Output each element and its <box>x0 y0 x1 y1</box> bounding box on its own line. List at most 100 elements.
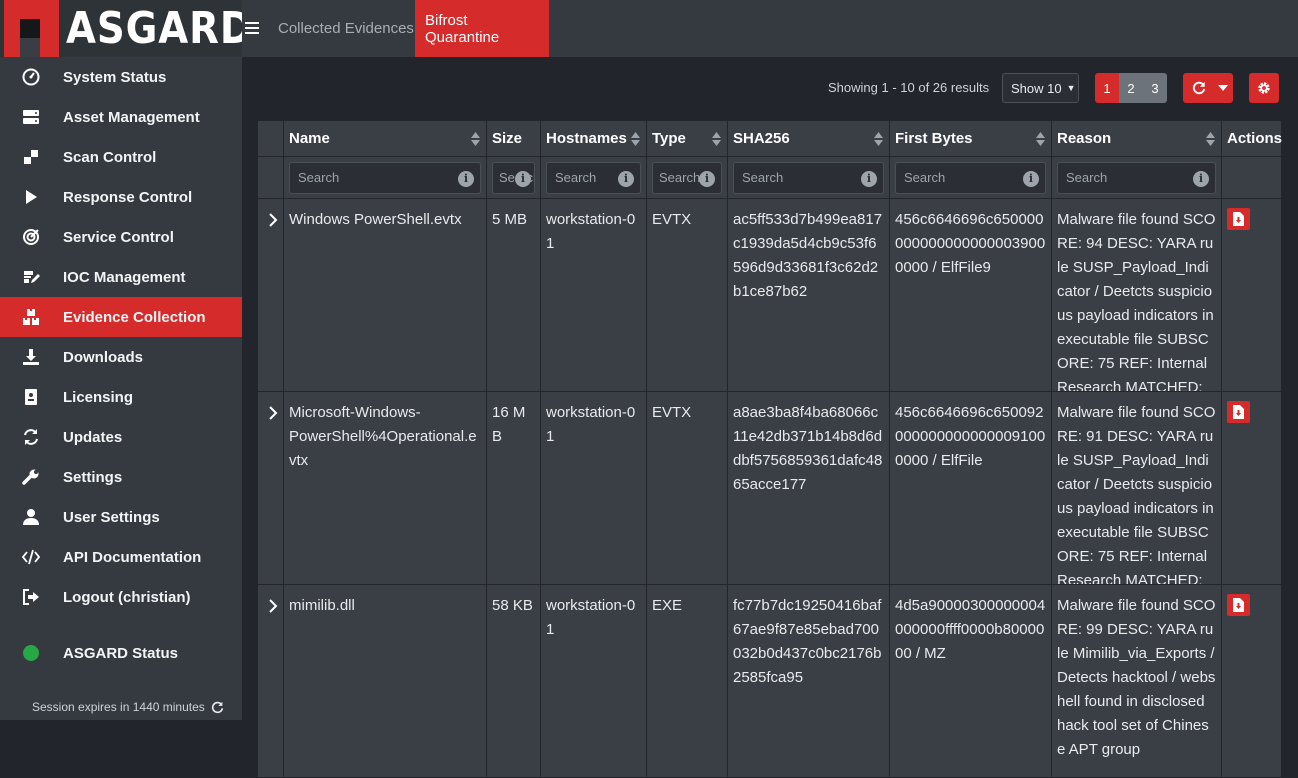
logo[interactable]: ASGARD <box>0 0 252 57</box>
column-header-reason[interactable]: Reason <box>1051 120 1222 157</box>
chevron-right-icon[interactable] <box>265 405 281 421</box>
sidebar-item-scan-control[interactable]: Scan Control <box>0 137 242 177</box>
first-bytes: 4d5a90000300000004000000ffff0000b8000000… <box>895 597 1046 662</box>
results-count: Showing 1 - 10 of 26 results <box>828 80 990 95</box>
search-placeholder: Search <box>742 170 784 185</box>
first-bytes-search-input[interactable]: Search i <box>895 161 1046 194</box>
hostname-cell: workstation-01 <box>540 391 647 585</box>
table-settings-button[interactable] <box>1249 73 1279 103</box>
sidebar-item-updates[interactable]: Updates <box>0 417 242 457</box>
info-icon[interactable]: i <box>1193 170 1209 187</box>
type-cell: EVTX <box>646 391 728 585</box>
info-icon[interactable]: i <box>1023 170 1039 187</box>
page-1-button[interactable]: 1 <box>1095 73 1119 103</box>
column-header-name[interactable]: Name <box>283 120 487 157</box>
name-cell: mimilib.dll <box>283 584 487 778</box>
sort-icon <box>1206 132 1215 146</box>
download-file-button[interactable] <box>1227 594 1250 616</box>
hostname: workstation-01 <box>546 404 636 445</box>
download-file-button[interactable] <box>1227 208 1250 230</box>
refresh-button[interactable] <box>1183 73 1233 103</box>
sidebar-item-api-documentation[interactable]: API Documentation <box>0 537 242 577</box>
filter-cell: Search i <box>540 156 647 199</box>
sidebar-item-evidence-collection[interactable]: Evidence Collection <box>0 297 242 337</box>
chevron-right-icon[interactable] <box>265 212 281 228</box>
download-file-button[interactable] <box>1227 401 1250 423</box>
info-icon[interactable]: i <box>515 170 531 187</box>
page-3-button[interactable]: 3 <box>1143 73 1167 103</box>
size-cell: 16 MB <box>486 391 541 585</box>
sort-icon <box>1036 132 1045 146</box>
expand-cell <box>257 198 284 392</box>
chevron-right-icon[interactable] <box>265 598 281 614</box>
search-placeholder: Search <box>904 170 946 185</box>
sha256-hash: ac5ff533d7b499ea817c1939da5d4cb9c53f6596… <box>733 211 883 300</box>
filter-cell-empty <box>257 156 284 199</box>
file-name: Windows PowerShell.evtx <box>289 211 462 228</box>
sidebar-item-label: Service Control <box>63 228 174 246</box>
search-placeholder: Search <box>555 170 597 185</box>
column-label: Reason <box>1057 130 1112 147</box>
file-download-icon <box>1233 598 1244 612</box>
sidebar-item-label: Settings <box>63 468 123 486</box>
target-icon <box>23 229 39 245</box>
hostnames-search-input[interactable]: Search i <box>546 161 641 194</box>
sha256-search-input[interactable]: Search i <box>733 161 884 194</box>
column-header-size[interactable]: Size <box>486 120 541 157</box>
sidebar-item-system-status[interactable]: System Status <box>0 57 242 97</box>
server-icon <box>23 110 39 124</box>
sidebar-item-asgard-status[interactable]: ASGARD Status <box>0 633 242 673</box>
sidebar-item-downloads[interactable]: Downloads <box>0 337 242 377</box>
tab-bifrost-quarantine[interactable]: Bifrost Quarantine <box>415 0 549 57</box>
info-icon[interactable]: i <box>458 170 474 187</box>
page-2-button[interactable]: 2 <box>1119 73 1143 103</box>
table-row[interactable]: Microsoft-Windows-PowerShell%4Operationa… <box>257 391 1282 585</box>
page-size-select[interactable]: Show 10 ▼ <box>1002 73 1079 103</box>
sidebar-item-label: ASGARD Status <box>63 644 179 662</box>
name-search-input[interactable]: Search i <box>289 161 481 194</box>
reason-cell: Malware file found SCORE: 99 DESC: YARA … <box>1051 584 1222 778</box>
info-icon[interactable]: i <box>861 170 877 187</box>
tab-collected-evidences[interactable]: Collected Evidences <box>268 0 424 57</box>
sidebar-item-label: Asset Management <box>63 108 200 126</box>
column-header-sha256[interactable]: SHA256 <box>727 120 890 157</box>
hostname: workstation-01 <box>546 211 636 252</box>
filter-cell: Search i <box>727 156 890 199</box>
table-row[interactable]: mimilib.dll 58 KB workstation-01 EXE fc77b7d… <box>257 584 1282 778</box>
size-search-input[interactable]: Searchi <box>492 161 535 194</box>
sidebar-item-licensing[interactable]: Licensing <box>0 377 242 417</box>
id-card-icon <box>25 389 37 405</box>
hostname-cell: workstation-01 <box>540 198 647 392</box>
refresh-icon <box>1192 81 1206 95</box>
sidebar-item-settings[interactable]: Settings <box>0 457 242 497</box>
sidebar-item-logout-christian[interactable]: Logout (christian) <box>0 577 242 617</box>
sidebar-item-service-control[interactable]: Service Control <box>0 217 242 257</box>
file-type: EXE <box>652 597 683 614</box>
sidebar-item-asset-management[interactable]: Asset Management <box>0 97 242 137</box>
actions-cell <box>1221 198 1282 392</box>
quarantine-table: Name Size Hostnames Type SHA256 First By… <box>257 120 1282 778</box>
column-header-hostnames[interactable]: Hostnames <box>540 120 647 157</box>
scan-square-icon <box>24 150 38 164</box>
wrench-icon <box>22 469 39 485</box>
type-cell: EXE <box>646 584 728 778</box>
sidebar-item-ioc-management[interactable]: IOC Management <box>0 257 242 297</box>
file-download-icon <box>1233 212 1244 226</box>
gear-icon <box>1258 82 1270 94</box>
refresh-session-icon[interactable] <box>211 701 224 714</box>
column-header-type[interactable]: Type <box>646 120 728 157</box>
column-header-first-bytes[interactable]: First Bytes <box>889 120 1052 157</box>
hamburger-menu-icon[interactable] <box>244 20 260 36</box>
page-number: 1 <box>1103 80 1111 96</box>
reason-search-input[interactable]: Search i <box>1057 161 1216 194</box>
type-search-input[interactable]: Search i <box>652 161 722 194</box>
column-label: Name <box>289 130 330 147</box>
info-icon[interactable]: i <box>699 170 715 187</box>
code-icon <box>22 549 40 565</box>
sidebar-item-user-settings[interactable]: User Settings <box>0 497 242 537</box>
session-text: Session expires in 1440 minutes <box>32 700 205 714</box>
download-icon <box>23 349 39 365</box>
sidebar-item-response-control[interactable]: Response Control <box>0 177 242 217</box>
table-row[interactable]: Windows PowerShell.evtx 5 MB workstation-0… <box>257 198 1282 392</box>
info-icon[interactable]: i <box>618 170 634 187</box>
